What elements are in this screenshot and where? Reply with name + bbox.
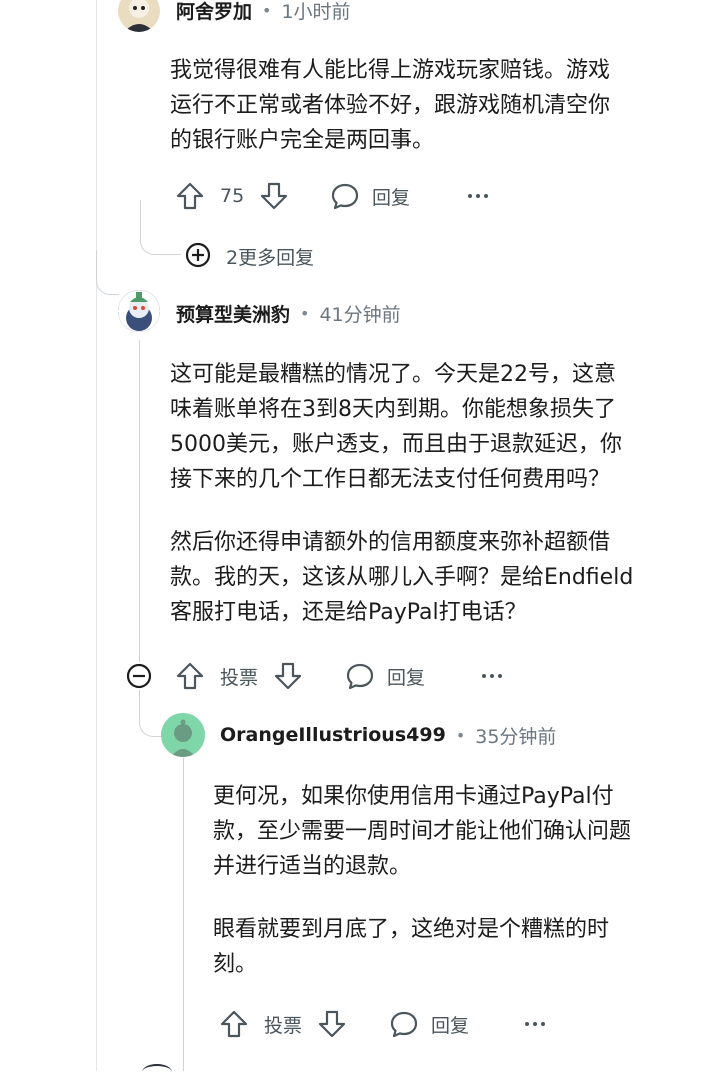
thread-line-comment2 [139, 340, 140, 662]
more-options-icon[interactable] [480, 664, 504, 688]
body-line: 运行不正常或者体验不好，跟游戏随机清空你 [170, 93, 611, 118]
reply-button[interactable]: 回复 [330, 180, 410, 212]
separator-dot: • [262, 0, 272, 20]
comment-header: 预算型美洲豹 • 41分钟前 [176, 299, 401, 327]
body-line: 我觉得很难有人能比得上游戏玩家赔钱。游戏 [170, 58, 611, 83]
username[interactable]: 阿舍罗加 [176, 0, 252, 24]
comment-body: 更何况，如果你使用信用卡通过PayPal付 款，至少需要一周时间才能让他们确认问… [213, 779, 703, 982]
timestamp[interactable]: 35分钟前 [475, 722, 556, 749]
body-line: 并进行适当的退款。 [213, 854, 412, 879]
thread-curve-2 [96, 250, 119, 295]
upvote-icon[interactable] [174, 180, 206, 212]
downvote-icon[interactable] [316, 1008, 348, 1040]
comment-bubble-icon [389, 1009, 419, 1039]
next-comment-avatar-edge [142, 1064, 172, 1080]
body-line: 的银行账户完全是两回事。 [170, 128, 435, 153]
username[interactable]: OrangeIllustrious499 [220, 724, 446, 746]
upvote-icon[interactable] [174, 660, 206, 692]
timestamp[interactable]: 1小时前 [281, 0, 350, 24]
comment-header: 阿舍罗加 • 1小时前 [176, 0, 351, 24]
body-line: 眼看就要到月底了，这绝对是个糟糕的时 [213, 917, 610, 942]
body-line: 刻。 [213, 952, 258, 977]
comment-actions: 投票 [218, 1008, 348, 1040]
downvote-icon[interactable] [272, 660, 304, 692]
comment-bubble-icon [330, 181, 360, 211]
comment-actions: 75 [174, 180, 290, 212]
reply-label: 回复 [372, 186, 411, 209]
avatar-image [161, 713, 205, 757]
reply-label: 回复 [431, 1014, 470, 1037]
thread-line-comment3 [183, 758, 184, 1071]
body-line: 这可能是最糟糕的情况了。今天是22号，这意 [170, 362, 616, 387]
body-line: 味着账单将在3到8天内到期。你能想象损失了 [170, 397, 616, 422]
vote-label: 投票 [264, 1014, 303, 1037]
vote-count: 75 [220, 185, 245, 207]
reply-button[interactable]: 回复 [345, 660, 425, 692]
body-line: 然后你还得申请额外的信用额度来弥补超额借 [170, 530, 611, 555]
thread-line-outer [96, 0, 97, 1071]
more-replies-link[interactable]: 2更多回复 [226, 243, 314, 270]
avatar[interactable] [118, 290, 160, 332]
body-line: 接下来的几个工作日都无法支付任何费用吗？ [170, 467, 611, 492]
avatar[interactable] [118, 0, 160, 32]
avatar-image [118, 290, 160, 332]
username[interactable]: 预算型美洲豹 [176, 300, 290, 327]
timestamp[interactable]: 41分钟前 [319, 300, 400, 327]
body-line: 5000美元，账户透支，而且由于退款延迟，你 [170, 432, 622, 457]
separator-dot: • [300, 303, 310, 323]
separator-dot: • [455, 725, 466, 745]
body-line: 更何况，如果你使用信用卡通过PayPal付 [213, 784, 614, 809]
reply-button[interactable]: 回复 [389, 1008, 469, 1040]
more-options-icon[interactable] [466, 184, 490, 208]
expand-plus-icon[interactable] [184, 241, 212, 269]
body-line: 款。我的天，这该从哪儿入手啊？是给Endfield [170, 565, 634, 590]
upvote-icon[interactable] [218, 1008, 250, 1040]
comment-bubble-icon [345, 661, 375, 691]
comment-actions: 投票 [174, 660, 304, 692]
avatar-image [118, 0, 160, 32]
comment-header: OrangeIllustrious499 • 35分钟前 [220, 721, 556, 749]
thread-curve-3 [139, 690, 162, 737]
downvote-icon[interactable] [258, 180, 290, 212]
collapse-minus-icon[interactable] [125, 662, 153, 690]
body-line: 客服打电话，还是给PayPal打电话？ [170, 600, 527, 625]
reply-label: 回复 [387, 666, 426, 689]
comment-body: 这可能是最糟糕的情况了。今天是22号，这意 味着账单将在3到8天内到期。你能想象… [170, 357, 700, 630]
body-line: 款，至少需要一周时间才能让他们确认问题 [213, 819, 632, 844]
more-options-icon[interactable] [523, 1012, 547, 1036]
comment-body: 我觉得很难有人能比得上游戏玩家赔钱。游戏 运行不正常或者体验不好，跟游戏随机清空… [170, 53, 690, 158]
vote-label: 投票 [220, 666, 259, 689]
avatar[interactable] [161, 713, 205, 757]
